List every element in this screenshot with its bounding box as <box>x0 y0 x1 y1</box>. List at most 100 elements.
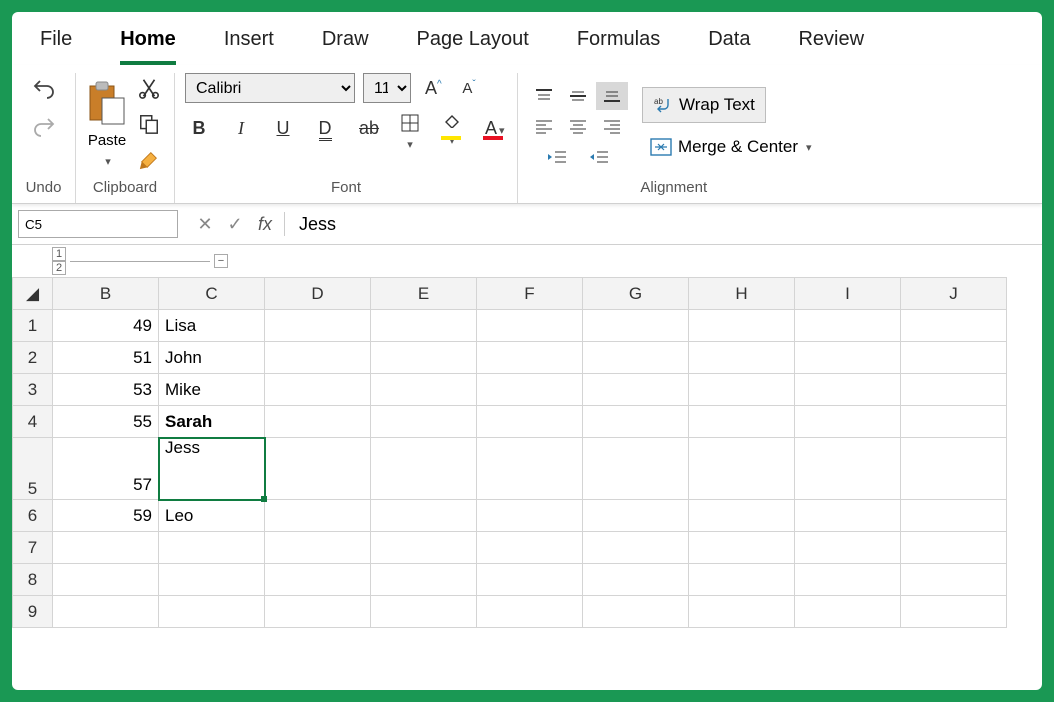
cell-C5[interactable]: Jess <box>159 438 265 500</box>
cell-H5[interactable] <box>689 438 795 500</box>
cell-B6[interactable]: 59 <box>53 500 159 532</box>
align-right-button[interactable] <box>596 112 628 140</box>
cell-E5[interactable] <box>371 438 477 500</box>
cell-J9[interactable] <box>901 596 1007 628</box>
tab-data[interactable]: Data <box>708 28 750 65</box>
cell-I1[interactable] <box>795 310 901 342</box>
cell-D1[interactable] <box>265 310 371 342</box>
fill-color-button[interactable]: ▾ <box>437 113 465 143</box>
cell-G6[interactable] <box>583 500 689 532</box>
wrap-text-button[interactable]: ab Wrap Text <box>642 87 766 123</box>
strikethrough-button[interactable]: ab <box>353 113 381 143</box>
row-header-6[interactable]: 6 <box>13 500 53 532</box>
enter-icon[interactable]: ✓ <box>220 214 250 235</box>
cell-E4[interactable] <box>371 406 477 438</box>
cell-C4[interactable]: Sarah <box>159 406 265 438</box>
cell-F1[interactable] <box>477 310 583 342</box>
merge-center-button[interactable]: Merge & Center ▾ <box>642 133 820 161</box>
cell-B8[interactable] <box>53 564 159 596</box>
cell-F8[interactable] <box>477 564 583 596</box>
cell-F4[interactable] <box>477 406 583 438</box>
font-size-select[interactable]: 11 <box>363 73 411 103</box>
row-header-7[interactable]: 7 <box>13 532 53 564</box>
cell-G1[interactable] <box>583 310 689 342</box>
cell-B1[interactable]: 49 <box>53 310 159 342</box>
cell-C1[interactable]: Lisa <box>159 310 265 342</box>
italic-button[interactable]: I <box>227 113 255 143</box>
col-header-F[interactable]: F <box>477 278 583 310</box>
increase-font-button[interactable]: A^ <box>419 73 447 103</box>
cell-H8[interactable] <box>689 564 795 596</box>
select-all-corner[interactable]: ◢ <box>13 278 53 310</box>
row-header-9[interactable]: 9 <box>13 596 53 628</box>
cell-G3[interactable] <box>583 374 689 406</box>
cell-B4[interactable]: 55 <box>53 406 159 438</box>
cell-I7[interactable] <box>795 532 901 564</box>
align-left-button[interactable] <box>528 112 560 140</box>
cell-C7[interactable] <box>159 532 265 564</box>
cell-G5[interactable] <box>583 438 689 500</box>
font-name-select[interactable]: Calibri <box>185 73 355 103</box>
tab-draw[interactable]: Draw <box>322 28 369 65</box>
cell-B2[interactable]: 51 <box>53 342 159 374</box>
cell-I8[interactable] <box>795 564 901 596</box>
col-header-J[interactable]: J <box>901 278 1007 310</box>
cell-H7[interactable] <box>689 532 795 564</box>
cell-G4[interactable] <box>583 406 689 438</box>
increase-indent-button[interactable] <box>582 148 616 166</box>
cell-H6[interactable] <box>689 500 795 532</box>
cell-F6[interactable] <box>477 500 583 532</box>
cell-E7[interactable] <box>371 532 477 564</box>
cell-I9[interactable] <box>795 596 901 628</box>
cell-F9[interactable] <box>477 596 583 628</box>
cell-D2[interactable] <box>265 342 371 374</box>
col-header-D[interactable]: D <box>265 278 371 310</box>
col-header-E[interactable]: E <box>371 278 477 310</box>
cell-H3[interactable] <box>689 374 795 406</box>
cell-J6[interactable] <box>901 500 1007 532</box>
cell-C3[interactable]: Mike <box>159 374 265 406</box>
cell-J8[interactable] <box>901 564 1007 596</box>
format-painter-button[interactable] <box>134 145 164 175</box>
cell-F5[interactable] <box>477 438 583 500</box>
cell-I3[interactable] <box>795 374 901 406</box>
cell-E8[interactable] <box>371 564 477 596</box>
row-header-2[interactable]: 2 <box>13 342 53 374</box>
decrease-font-button[interactable]: Aˇ <box>455 73 483 103</box>
outline-collapse[interactable]: − <box>214 254 228 268</box>
cell-I2[interactable] <box>795 342 901 374</box>
cell-F3[interactable] <box>477 374 583 406</box>
cell-H4[interactable] <box>689 406 795 438</box>
row-header-3[interactable]: 3 <box>13 374 53 406</box>
tab-insert[interactable]: Insert <box>224 28 274 65</box>
cell-E3[interactable] <box>371 374 477 406</box>
cell-F7[interactable] <box>477 532 583 564</box>
cell-D4[interactable] <box>265 406 371 438</box>
row-header-4[interactable]: 4 <box>13 406 53 438</box>
col-header-C[interactable]: C <box>159 278 265 310</box>
cell-B7[interactable] <box>53 532 159 564</box>
cell-E6[interactable] <box>371 500 477 532</box>
outline-level-2[interactable]: 2 <box>52 261 66 275</box>
row-header-8[interactable]: 8 <box>13 564 53 596</box>
align-bottom-button[interactable] <box>596 82 628 110</box>
tab-file[interactable]: File <box>40 28 72 65</box>
cell-G9[interactable] <box>583 596 689 628</box>
cell-B3[interactable]: 53 <box>53 374 159 406</box>
font-color-button[interactable]: A▾ <box>479 113 507 143</box>
cut-button[interactable] <box>134 73 164 103</box>
name-box[interactable] <box>18 210 178 238</box>
cell-D8[interactable] <box>265 564 371 596</box>
cell-J7[interactable] <box>901 532 1007 564</box>
cell-J1[interactable] <box>901 310 1007 342</box>
align-center-button[interactable] <box>562 112 594 140</box>
cell-E1[interactable] <box>371 310 477 342</box>
outline-level-1[interactable]: 1 <box>52 247 66 261</box>
cell-G2[interactable] <box>583 342 689 374</box>
cell-C8[interactable] <box>159 564 265 596</box>
cell-G8[interactable] <box>583 564 689 596</box>
tab-formulas[interactable]: Formulas <box>577 28 660 65</box>
row-header-1[interactable]: 1 <box>13 310 53 342</box>
cell-D9[interactable] <box>265 596 371 628</box>
paste-button[interactable]: Paste ▾ <box>86 80 128 168</box>
